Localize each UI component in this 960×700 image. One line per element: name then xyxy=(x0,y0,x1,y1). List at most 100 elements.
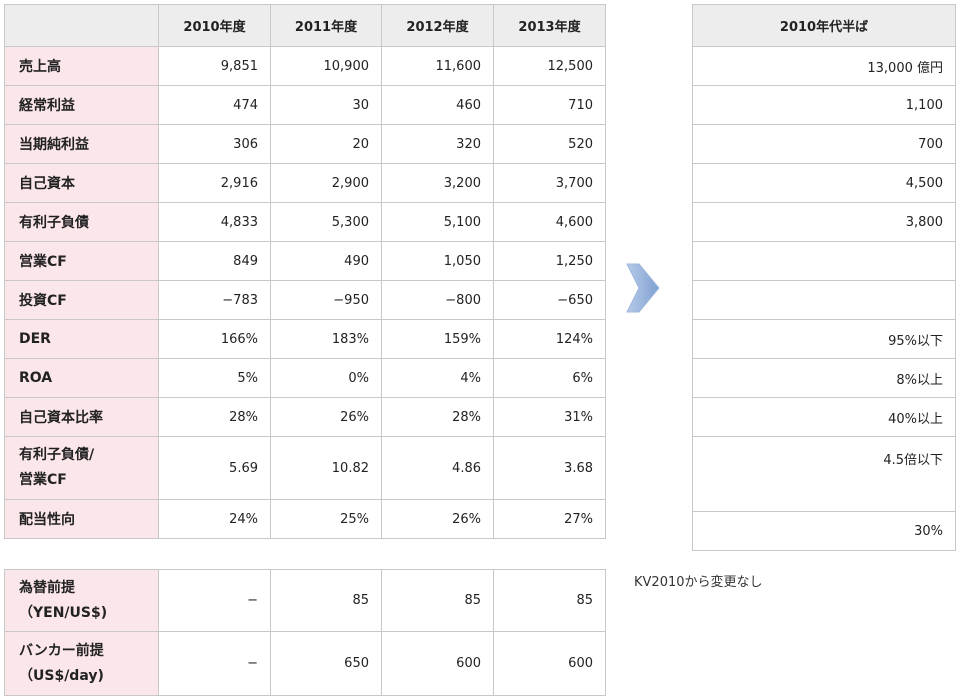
table-row xyxy=(692,241,956,281)
row-label: 有利子負債 xyxy=(4,202,159,242)
target-value: 1,100 xyxy=(692,85,956,125)
cell-value: 24% xyxy=(158,499,271,539)
cell-value: 849 xyxy=(158,241,271,281)
page: 2010年度 2011年度 2012年度 2013年度 売上高 9,851 10… xyxy=(0,0,960,700)
cell-value: 4,600 xyxy=(493,202,606,242)
header-2012: 2012年度 xyxy=(381,4,494,47)
cell-value: 2,900 xyxy=(270,163,382,203)
table-row: 当期純利益 306 20 320 520 xyxy=(4,124,606,164)
target-value: 3,800 xyxy=(692,202,956,242)
row-label: 営業CF xyxy=(4,241,159,281)
table-row: 40%以上 xyxy=(692,397,956,437)
cell-value: −950 xyxy=(270,280,382,320)
cell-value: 5.69 xyxy=(158,436,271,500)
table-row: 1,100 xyxy=(692,85,956,125)
header-target: 2010年代半ば xyxy=(692,4,956,47)
header-2010: 2010年度 xyxy=(158,4,271,47)
cell-value: 159% xyxy=(381,319,494,359)
table-row: 700 xyxy=(692,124,956,164)
table-row: 為替前提 （YEN/US$) − 85 85 85 xyxy=(4,569,606,632)
target-value: 13,000 億円 xyxy=(692,46,956,86)
cell-value: 183% xyxy=(270,319,382,359)
row-label-line1: 有利子負債/ xyxy=(19,447,95,463)
cell-value: 5% xyxy=(158,358,271,398)
cell-value: 1,050 xyxy=(381,241,494,281)
target-value: 4.5倍以下 xyxy=(692,436,956,512)
cell-value: 9,851 xyxy=(158,46,271,86)
cell-value: 5,100 xyxy=(381,202,494,242)
financial-table: 2010年度 2011年度 2012年度 2013年度 売上高 9,851 10… xyxy=(4,4,606,539)
table-row: 経常利益 474 30 460 710 xyxy=(4,85,606,125)
row-label: 配当性向 xyxy=(4,499,159,539)
cell-value: 490 xyxy=(270,241,382,281)
row-label: バンカー前提 （US$/day) xyxy=(4,631,159,696)
cell-value: 4.86 xyxy=(381,436,494,500)
cell-value: 26% xyxy=(270,397,382,437)
row-label-line2: （YEN/US$) xyxy=(19,604,108,621)
row-label: ROA xyxy=(4,358,159,398)
cell-value: 306 xyxy=(158,124,271,164)
cell-value: 10,900 xyxy=(270,46,382,86)
cell-value: 30 xyxy=(270,85,382,125)
header-row: 2010年度 2011年度 2012年度 2013年度 xyxy=(4,4,606,47)
cell-value: 474 xyxy=(158,85,271,125)
target-value: 8%以上 xyxy=(692,358,956,398)
cell-value: 27% xyxy=(493,499,606,539)
cell-value: − xyxy=(158,569,271,632)
cell-value: 20 xyxy=(270,124,382,164)
row-label-line2: （US$/day) xyxy=(19,667,104,684)
table-row: 4,500 xyxy=(692,163,956,203)
note-text: KV2010から変更なし xyxy=(634,575,763,590)
cell-value: 11,600 xyxy=(381,46,494,86)
cell-value: 10.82 xyxy=(270,436,382,500)
row-label: 有利子負債/ 営業CF xyxy=(4,436,159,500)
cell-value: 4,833 xyxy=(158,202,271,242)
header-corner xyxy=(4,4,159,47)
cell-value: 85 xyxy=(493,569,606,632)
cell-value: 3,200 xyxy=(381,163,494,203)
table-row: 配当性向 24% 25% 26% 27% xyxy=(4,499,606,539)
cell-value: 26% xyxy=(381,499,494,539)
row-label: 自己資本比率 xyxy=(4,397,159,437)
row-label-line2: 営業CF xyxy=(19,472,67,488)
cell-value: 85 xyxy=(270,569,382,632)
target-value: 700 xyxy=(692,124,956,164)
cell-value: 1,250 xyxy=(493,241,606,281)
cell-value: 3.68 xyxy=(493,436,606,500)
target-value: 40%以上 xyxy=(692,397,956,437)
table-row: 売上高 9,851 10,900 11,600 12,500 xyxy=(4,46,606,86)
cell-value: −783 xyxy=(158,280,271,320)
target-value: 4,500 xyxy=(692,163,956,203)
cell-value: 5,300 xyxy=(270,202,382,242)
table-row: 8%以上 xyxy=(692,358,956,398)
table-row: 投資CF −783 −950 −800 −650 xyxy=(4,280,606,320)
cell-value: 520 xyxy=(493,124,606,164)
table-row: 営業CF 849 490 1,050 1,250 xyxy=(4,241,606,281)
cell-value: 166% xyxy=(158,319,271,359)
cell-value: 12,500 xyxy=(493,46,606,86)
target-value xyxy=(692,241,956,281)
table-row: ROA 5% 0% 4% 6% xyxy=(4,358,606,398)
table-row: 自己資本比率 28% 26% 28% 31% xyxy=(4,397,606,437)
cell-value: 320 xyxy=(381,124,494,164)
assumption-table: 為替前提 （YEN/US$) − 85 85 85 バンカー前提 （US$/da… xyxy=(4,569,606,696)
cell-value: 460 xyxy=(381,85,494,125)
row-label: 投資CF xyxy=(4,280,159,320)
row-label: 経常利益 xyxy=(4,85,159,125)
cell-value: 25% xyxy=(270,499,382,539)
table-row: DER 166% 183% 159% 124% xyxy=(4,319,606,359)
table-row: 4.5倍以下 xyxy=(692,436,956,512)
row-label: 売上高 xyxy=(4,46,159,86)
target-value: 95%以下 xyxy=(692,319,956,359)
cell-value: 2,916 xyxy=(158,163,271,203)
cell-value: 0% xyxy=(270,358,382,398)
table-row: 13,000 億円 xyxy=(692,46,956,86)
table-row: 有利子負債/ 営業CF 5.69 10.82 4.86 3.68 xyxy=(4,436,606,500)
target-value: 30% xyxy=(692,511,956,551)
cell-value: 85 xyxy=(381,569,494,632)
cell-value: 31% xyxy=(493,397,606,437)
row-label: 当期純利益 xyxy=(4,124,159,164)
cell-value: −800 xyxy=(381,280,494,320)
table-row: 95%以下 xyxy=(692,319,956,359)
table-row: バンカー前提 （US$/day) − 650 600 600 xyxy=(4,631,606,696)
